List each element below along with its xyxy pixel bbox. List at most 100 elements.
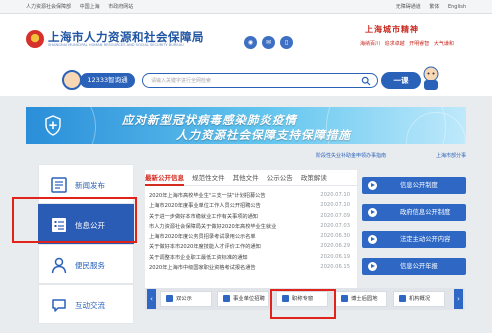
quick-link-label: 机构概况 (409, 296, 431, 302)
tab-other-files[interactable]: 其他文件 (233, 172, 259, 184)
play-circle-icon (368, 208, 377, 217)
shield-icon (166, 295, 173, 302)
news-row[interactable]: 上海市2020年度事业单位工作人员公开招聘公告 2020.07.10 (149, 201, 354, 211)
search-icon[interactable] (361, 76, 371, 86)
news-title[interactable]: 关于调整本市企业职工最低工资标准的通知 (149, 254, 309, 261)
news-list: 2020年上海市高校毕业生"三支一扶"计划招募公告 2020.07.10 上海市2… (149, 191, 354, 273)
highlight-box-title-window (270, 289, 336, 319)
news-date: 2020.06.29 (320, 243, 350, 250)
news-date: 2020.07.03 (320, 222, 350, 229)
quick-link-organization[interactable]: 机构概况 (393, 291, 445, 307)
info-tabs: 最新公开信息 规范性文件 其他文件 公示公告 政策解读 (145, 172, 357, 186)
hotline-12333-button[interactable]: 12333智询通 (80, 73, 135, 88)
news-date: 2020.07.10 (320, 202, 350, 209)
news-title[interactable]: 市人力资源社会保障局关于做好2020年高校毕业生就业 (149, 223, 309, 230)
news-title[interactable]: 2020年上海市中级国家职业资格考试报名通告 (149, 264, 309, 271)
annual-report-button[interactable]: 信息公开年报 (362, 258, 466, 275)
news-row[interactable]: 市人力资源社会保障局关于做好2020年高校毕业生就业 2020.07.03 (149, 222, 354, 232)
top-links-left: 人力资源社会保障部 中国上海 市政府网站 (26, 3, 140, 10)
ticker-item[interactable]: 阶段性失业补助金申领办事指南 (316, 152, 386, 159)
statutory-disclosure-button[interactable]: 法定主动公开内容 (362, 231, 466, 248)
yike-button[interactable]: 一课 (381, 72, 421, 89)
news-title[interactable]: 关于做好本市2020年度技能人才评价工作的通知 (149, 243, 309, 250)
banner-subheadline: 人力资源社会保障支持保障措施 (176, 128, 351, 142)
tab-policy-interpretation[interactable]: 政策解读 (301, 172, 327, 184)
city-spirit-tags: 海纳百川 追求卓越 开明睿智 大气谦和 (360, 40, 457, 47)
news-date: 2020.06.19 (320, 253, 350, 260)
news-date: 2020.06.15 (320, 264, 350, 271)
city-spirit-tag: 大气谦和 (433, 41, 454, 47)
person-icon (51, 257, 67, 274)
top-link-city-gov[interactable]: 市政府网站 (108, 4, 133, 10)
sidebar-item-label: 便民服务 (75, 261, 105, 270)
news-row[interactable]: 关于进一步做好本市稳就业工作有关事项的通知 2020.07.09 (149, 212, 354, 222)
assistant-avatar-icon (62, 70, 82, 90)
quick-link-label: 事业单位招聘 (233, 296, 265, 302)
mascot-icon (423, 66, 439, 90)
city-spirit-tag: 追求卓越 (384, 41, 405, 47)
news-row[interactable]: 关于调整本市企业职工最低工资标准的通知 2020.06.19 (149, 253, 354, 263)
chevron-right-icon[interactable]: › (454, 289, 463, 309)
top-link-accessibility[interactable]: 无障碍通道 (396, 4, 421, 10)
mobile-app-icon[interactable]: ▯ (280, 36, 293, 49)
top-link-china-shanghai[interactable]: 中国上海 (80, 4, 100, 10)
shortcut-label: 信息公开年报 (400, 263, 438, 270)
play-circle-icon (368, 181, 377, 190)
building-icon (399, 295, 406, 302)
top-bar: 人力资源社会保障部 中国上海 市政府网站 无障碍通道 繁体 English (0, 0, 492, 14)
covid-banner[interactable]: 应对新型冠状病毒感染肺炎疫情 人力资源社会保障支持保障措施 (26, 107, 466, 144)
news-icon (51, 177, 67, 193)
info-disclosure-system-button[interactable]: 信息公开制度 (362, 177, 466, 194)
play-circle-icon (368, 262, 377, 271)
city-spirit-tag: 海纳百川 (360, 41, 381, 47)
shortcut-label: 信息公开制度 (400, 182, 438, 189)
weibo-icon[interactable]: ◉ (244, 36, 257, 49)
graduation-cap-icon (341, 295, 348, 302)
news-row[interactable]: 2020年上海市高校毕业生"三支一扶"计划招募公告 2020.07.10 (149, 191, 354, 201)
quick-link-dual-publicity[interactable]: 双公示 (160, 291, 212, 307)
ticker-item[interactable]: 上海市部分事 (436, 152, 466, 159)
quick-link-label: 双公示 (176, 296, 192, 302)
tab-regulations[interactable]: 规范性文件 (192, 172, 225, 184)
quick-link-label: 博士后园地 (351, 296, 378, 302)
news-row[interactable]: 2020年上海市中级国家职业资格考试报名通告 2020.06.15 (149, 263, 354, 273)
quick-link-postdoc[interactable]: 博士后园地 (335, 291, 387, 307)
news-date: 2020.06.30 (320, 233, 350, 240)
chevron-left-icon[interactable]: ‹ (147, 289, 156, 309)
shortcut-label: 法定主动公开内容 (400, 236, 451, 243)
play-circle-icon (368, 235, 377, 244)
shortcut-label: 政府信息公开制度 (400, 209, 451, 216)
wechat-icon[interactable]: ✉ (262, 36, 275, 49)
top-links-right: 无障碍通道 繁体 English (389, 3, 466, 10)
tab-latest[interactable]: 最新公开信息 (145, 172, 184, 186)
tab-announcements[interactable]: 公示公告 (267, 172, 293, 184)
news-title[interactable]: 上海市2020年度公务员招录考试录用公示名单 (149, 233, 309, 240)
news-title[interactable]: 2020年上海市高校毕业生"三支一扶"计划招募公告 (149, 192, 309, 199)
sidebar-item-label: 互动交流 (75, 301, 105, 310)
top-link-english[interactable]: English (448, 4, 466, 10)
sidebar-item-interaction[interactable]: 互动交流 (38, 284, 134, 324)
site-subtitle: SHANGHAI MUNICIPAL HUMAN RESOURCES AND S… (48, 43, 184, 47)
notice-ticker: 阶段性失业补助金申领办事指南 上海市部分事 (26, 150, 466, 160)
news-title[interactable]: 上海市2020年度事业单位工作人员公开招聘公告 (149, 202, 309, 209)
shield-plus-icon (45, 115, 61, 136)
sidebar-item-label: 新闻发布 (75, 181, 105, 190)
news-date: 2020.07.09 (320, 212, 350, 219)
highlight-box-info-disclosure (12, 197, 137, 243)
search-input[interactable] (151, 74, 346, 87)
briefcase-icon (223, 295, 230, 302)
gov-info-disclosure-button[interactable]: 政府信息公开制度 (362, 204, 466, 221)
search-box (142, 73, 378, 88)
sidebar-item-services[interactable]: 便民服务 (38, 244, 134, 284)
news-row[interactable]: 上海市2020年度公务员招录考试录用公示名单 2020.06.30 (149, 232, 354, 242)
banner-headline: 应对新型冠状病毒感染肺炎疫情 (122, 113, 297, 127)
top-link-mohrss[interactable]: 人力资源社会保障部 (26, 4, 71, 10)
top-link-traditional[interactable]: 繁体 (429, 4, 439, 10)
city-spirit-tag: 开明睿智 (409, 41, 430, 47)
national-emblem-icon (26, 30, 44, 48)
quick-link-institution-recruitment[interactable]: 事业单位招聘 (217, 291, 269, 307)
news-date: 2020.07.10 (320, 192, 350, 198)
news-title[interactable]: 关于进一步做好本市稳就业工作有关事项的通知 (149, 213, 309, 220)
chat-bubble-icon (52, 299, 66, 312)
news-row[interactable]: 关于做好本市2020年度技能人才评价工作的通知 2020.06.29 (149, 242, 354, 252)
